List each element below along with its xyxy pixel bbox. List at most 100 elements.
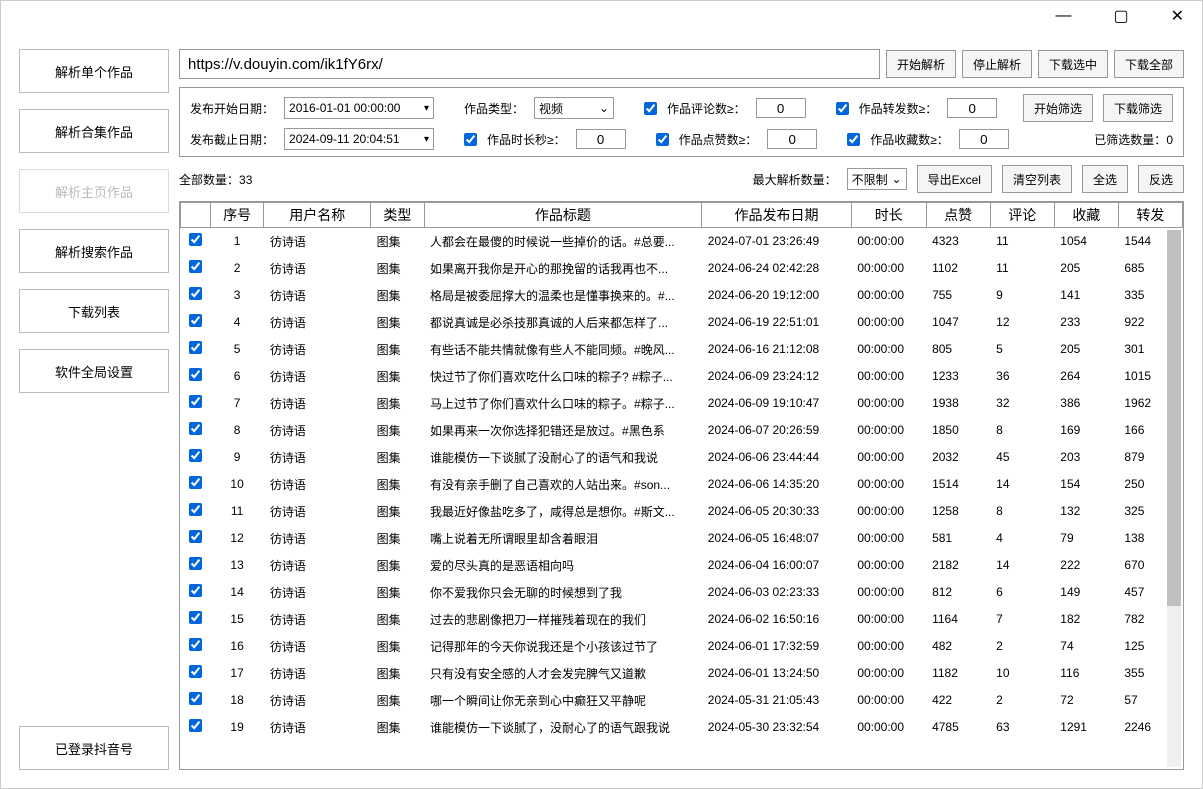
row-checkbox[interactable] [189,287,202,300]
row-checkbox[interactable] [189,557,202,570]
share-checkbox[interactable] [836,102,849,115]
table-row[interactable]: 16彷诗语图集记得那年的今天你说我还是个小孩该过节了2024-06-01 17:… [181,633,1183,660]
global-settings-button[interactable]: 软件全局设置 [19,349,169,393]
table-row[interactable]: 1彷诗语图集人都会在最傻的时候说一些掉价的话。#总要...2024-07-01 … [181,228,1183,255]
cell-cmt: 14 [990,471,1054,498]
results-table: 序号 用户名称 类型 作品标题 作品发布日期 时长 点赞 评论 收藏 转发 1彷 [180,202,1183,741]
start-parse-button[interactable]: 开始解析 [886,50,956,78]
minimize-icon[interactable]: — [1045,5,1081,27]
export-excel-button[interactable]: 导出Excel [917,165,992,193]
logged-in-button[interactable]: 已登录抖音号 [19,726,169,770]
scroll-thumb[interactable] [1167,230,1181,606]
table-row[interactable]: 11彷诗语图集我最近好像盐吃多了，咸得总是想你。#斯文...2024-06-05… [181,498,1183,525]
row-checkbox[interactable] [189,260,202,273]
type-select[interactable]: 视频 [534,97,614,119]
header-idx[interactable]: 序号 [210,203,263,228]
header-like[interactable]: 点赞 [926,203,990,228]
cmt-checkbox[interactable] [644,102,657,115]
table-row[interactable]: 3彷诗语图集格局是被委屈撑大的温柔也是懂事换来的。#...2024-06-20 … [181,282,1183,309]
row-checkbox[interactable] [189,530,202,543]
cell-type: 图集 [371,228,424,255]
download-all-button[interactable]: 下载全部 [1114,50,1184,78]
row-checkbox[interactable] [189,503,202,516]
close-icon[interactable]: ✕ [1161,4,1194,28]
cell-type: 图集 [371,282,424,309]
header-share[interactable]: 转发 [1118,203,1182,228]
table-row[interactable]: 15彷诗语图集过去的悲剧像把刀一样摧残着现在的我们2024-06-02 16:5… [181,606,1183,633]
table-row[interactable]: 4彷诗语图集都说真诚是必杀技那真诚的人后来都怎样了...2024-06-19 2… [181,309,1183,336]
row-checkbox[interactable] [189,422,202,435]
cell-fav: 203 [1054,444,1118,471]
dur-input[interactable] [576,129,626,149]
row-checkbox[interactable] [189,233,202,246]
parse-homepage-button[interactable]: 解析主页作品 [19,169,169,213]
header-dur[interactable]: 时长 [851,203,926,228]
pub-end-date[interactable]: 2024-09-11 20:04:51 [284,128,434,150]
cell-title: 哪一个瞬间让你无亲到心中癫狂又平静呢 [424,687,702,714]
table-row[interactable]: 8彷诗语图集如果再来一次你选择犯错还是放过。#黑色系2024-06-07 20:… [181,417,1183,444]
table-row[interactable]: 5彷诗语图集有些话不能共情就像有些人不能同频。#晚风...2024-06-16 … [181,336,1183,363]
parse-single-button[interactable]: 解析单个作品 [19,49,169,93]
url-input[interactable] [179,49,880,79]
dur-checkbox[interactable] [464,133,477,146]
header-cmt[interactable]: 评论 [990,203,1054,228]
header-fav[interactable]: 收藏 [1054,203,1118,228]
row-checkbox[interactable] [189,314,202,327]
header-type[interactable]: 类型 [371,203,424,228]
table-row[interactable]: 6彷诗语图集快过节了你们喜欢吃什么口味的粽子? #粽子...2024-06-09… [181,363,1183,390]
row-checkbox[interactable] [189,611,202,624]
header-date[interactable]: 作品发布日期 [702,203,852,228]
cell-date: 2024-06-16 21:12:08 [702,336,852,363]
cell-like: 2032 [926,444,990,471]
row-checkbox[interactable] [189,665,202,678]
header-user[interactable]: 用户名称 [264,203,371,228]
row-checkbox[interactable] [189,395,202,408]
pub-start-date[interactable]: 2016-01-01 00:00:00 [284,97,434,119]
download-list-button[interactable]: 下载列表 [19,289,169,333]
header-title[interactable]: 作品标题 [424,203,702,228]
cell-title: 有些话不能共情就像有些人不能同频。#晚风... [424,336,702,363]
table-row[interactable]: 12彷诗语图集嘴上说着无所谓眼里却含着眼泪2024-06-05 16:48:07… [181,525,1183,552]
download-filter-button[interactable]: 下载筛选 [1103,94,1173,122]
scrollbar[interactable] [1167,230,1181,767]
table-row[interactable]: 9彷诗语图集谁能模仿一下谈腻了没耐心了的语气和我说2024-06-06 23:4… [181,444,1183,471]
fav-input[interactable] [959,129,1009,149]
row-checkbox[interactable] [189,449,202,462]
table-row[interactable]: 13彷诗语图集爱的尽头真的是恶语相向吗2024-06-04 16:00:0700… [181,552,1183,579]
cell-type: 图集 [371,552,424,579]
row-checkbox[interactable] [189,584,202,597]
start-filter-button[interactable]: 开始筛选 [1023,94,1093,122]
cell-title: 如果离开我你是开心的那挽留的话我再也不... [424,255,702,282]
table-row[interactable]: 10彷诗语图集有没有亲手删了自己喜欢的人站出来。#son...2024-06-0… [181,471,1183,498]
type-label: 作品类型： [464,100,524,117]
table-row[interactable]: 18彷诗语图集哪一个瞬间让你无亲到心中癫狂又平静呢2024-05-31 21:0… [181,687,1183,714]
parse-search-button[interactable]: 解析搜索作品 [19,229,169,273]
row-checkbox[interactable] [189,638,202,651]
row-checkbox[interactable] [189,719,202,732]
table-row[interactable]: 2彷诗语图集如果离开我你是开心的那挽留的话我再也不...2024-06-24 0… [181,255,1183,282]
select-all-button[interactable]: 全选 [1082,165,1128,193]
table-row[interactable]: 7彷诗语图集马上过节了你们喜欢什么口味的粽子。#粽子...2024-06-09 … [181,390,1183,417]
cell-type: 图集 [371,498,424,525]
table-row[interactable]: 17彷诗语图集只有没有安全感的人才会发完脾气又道歉2024-06-01 13:2… [181,660,1183,687]
row-checkbox[interactable] [189,368,202,381]
table-row[interactable]: 14彷诗语图集你不爱我你只会无聊的时候想到了我2024-06-03 02:23:… [181,579,1183,606]
maximize-icon[interactable]: ▢ [1103,4,1138,28]
share-input[interactable] [947,98,997,118]
parse-collection-button[interactable]: 解析合集作品 [19,109,169,153]
fav-checkbox[interactable] [847,133,860,146]
row-checkbox[interactable] [189,476,202,489]
clear-list-button[interactable]: 清空列表 [1002,165,1072,193]
filtered-count-label: 已筛选数量：0 [1094,131,1173,148]
like-input[interactable] [767,129,817,149]
max-parse-select[interactable]: 不限制 [847,168,907,190]
download-selected-button[interactable]: 下载选中 [1038,50,1108,78]
table-row[interactable]: 19彷诗语图集谁能模仿一下谈腻了，没耐心了的语气跟我说2024-05-30 23… [181,714,1183,741]
like-checkbox[interactable] [656,133,669,146]
cell-idx: 2 [210,255,263,282]
stop-parse-button[interactable]: 停止解析 [962,50,1032,78]
row-checkbox[interactable] [189,692,202,705]
invert-select-button[interactable]: 反选 [1138,165,1184,193]
cmt-input[interactable] [756,98,806,118]
row-checkbox[interactable] [189,341,202,354]
